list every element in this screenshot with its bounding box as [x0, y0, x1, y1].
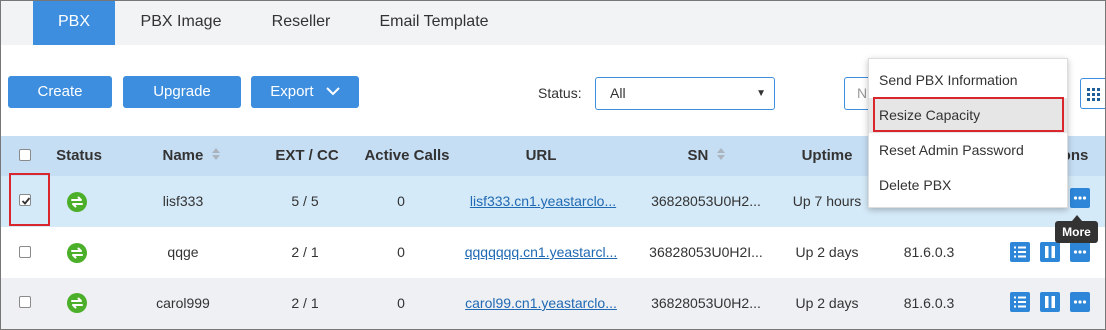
sort-icon [716, 136, 725, 176]
upgrade-button-label: Upgrade [153, 83, 211, 100]
row-ext-cc: 5 / 5 [291, 193, 319, 209]
select-all-checkbox[interactable] [19, 149, 31, 161]
column-active-calls: Active Calls [364, 147, 450, 164]
tab-reseller[interactable]: Reseller [247, 1, 355, 45]
details-button[interactable] [1010, 292, 1030, 312]
checkbox-highlight [9, 173, 50, 226]
chevron-down-icon [326, 76, 340, 108]
export-button-label: Export [270, 83, 314, 100]
row-url-link[interactable]: carol99.cn1.yeastarclo... [457, 278, 625, 329]
status-running-icon [67, 243, 87, 263]
tab-bar: PBX PBX Image Reseller Email Template [1, 1, 1105, 45]
row-ext-cc: 2 / 1 [291, 244, 319, 260]
row-checkbox[interactable] [19, 296, 31, 308]
pause-icon [1045, 246, 1055, 258]
column-status: Status [56, 147, 102, 164]
row-url-link[interactable]: qqqqqqq.cn1.yeastarcl... [457, 227, 625, 278]
tab-email-template[interactable]: Email Template [355, 1, 513, 45]
pause-button[interactable] [1040, 292, 1060, 312]
row-version: 81.6.0.3 [903, 295, 955, 311]
sort-icon [211, 136, 220, 176]
row-active-calls: 0 [397, 193, 405, 209]
table-row[interactable]: qqge 2 / 1 0 qqqqqqq.cn1.yeastarcl... 36… [1, 227, 1105, 278]
more-icon [1073, 300, 1087, 304]
export-button[interactable]: Export [251, 76, 359, 108]
row-active-calls: 0 [397, 295, 405, 311]
row-sn: 36828053U0H2I... [649, 244, 763, 260]
status-filter-value: All [610, 85, 626, 101]
more-tooltip: More [1055, 215, 1098, 243]
more-actions-menu: Send PBX Information Resize Capacity Res… [868, 58, 1068, 208]
more-icon [1073, 196, 1087, 200]
row-name: qqge [167, 244, 199, 260]
menu-item-reset-admin-password[interactable]: Reset Admin Password [869, 133, 1067, 168]
create-button[interactable]: Create [8, 76, 112, 108]
column-ext-cc: EXT / CC [275, 147, 339, 164]
menu-item-highlight [873, 97, 1064, 132]
row1-more-button[interactable] [1070, 188, 1090, 208]
row-name: lisf333 [162, 193, 204, 209]
create-button-label: Create [37, 83, 83, 100]
row-uptime: Up 2 days [795, 295, 859, 311]
row-active-calls: 0 [397, 244, 405, 260]
status-running-icon [67, 293, 87, 313]
status-filter-label: Status: [538, 85, 582, 101]
column-name[interactable]: Name [141, 136, 241, 176]
row-url-link[interactable]: lisf333.cn1.yeastarclo... [461, 176, 625, 227]
status-filter-select[interactable]: All ▼ [595, 77, 775, 110]
row-ext-cc: 2 / 1 [291, 295, 319, 311]
list-icon [1014, 296, 1026, 308]
upgrade-button[interactable]: Upgrade [123, 76, 241, 108]
pause-button[interactable] [1040, 242, 1060, 262]
column-name-label: Name [162, 147, 204, 164]
column-sn[interactable]: SN [661, 136, 751, 176]
column-uptime: Uptime [801, 147, 853, 164]
column-url: URL [525, 147, 557, 164]
details-button[interactable] [1010, 242, 1030, 262]
status-running-icon [67, 192, 87, 212]
row-sn: 36828053U0H2... [651, 295, 761, 311]
row-uptime: Up 7 hours [792, 193, 862, 209]
menu-item-delete-pbx[interactable]: Delete PBX [869, 168, 1067, 203]
more-button[interactable] [1070, 292, 1090, 312]
column-sn-label: SN [687, 147, 709, 164]
pause-icon [1045, 296, 1055, 308]
column-settings-button[interactable] [1080, 78, 1105, 109]
row-sn: 36828053U0H2... [651, 193, 761, 209]
pbx-management-window: PBX PBX Image Reseller Email Template Cr… [0, 0, 1106, 330]
row-name: carol999 [156, 295, 210, 311]
list-icon [1014, 246, 1026, 258]
row-version: 81.6.0.3 [903, 244, 955, 260]
tab-pbx[interactable]: PBX [33, 1, 115, 45]
table-row[interactable]: carol999 2 / 1 0 carol99.cn1.yeastarclo.… [1, 278, 1105, 329]
tab-pbx-image[interactable]: PBX Image [115, 1, 247, 45]
menu-item-send-pbx-information[interactable]: Send PBX Information [869, 63, 1067, 98]
caret-down-icon: ▼ [756, 88, 766, 99]
row-checkbox[interactable] [19, 246, 31, 258]
more-icon [1073, 250, 1087, 254]
row-uptime: Up 2 days [795, 244, 859, 260]
more-button[interactable] [1070, 242, 1090, 262]
